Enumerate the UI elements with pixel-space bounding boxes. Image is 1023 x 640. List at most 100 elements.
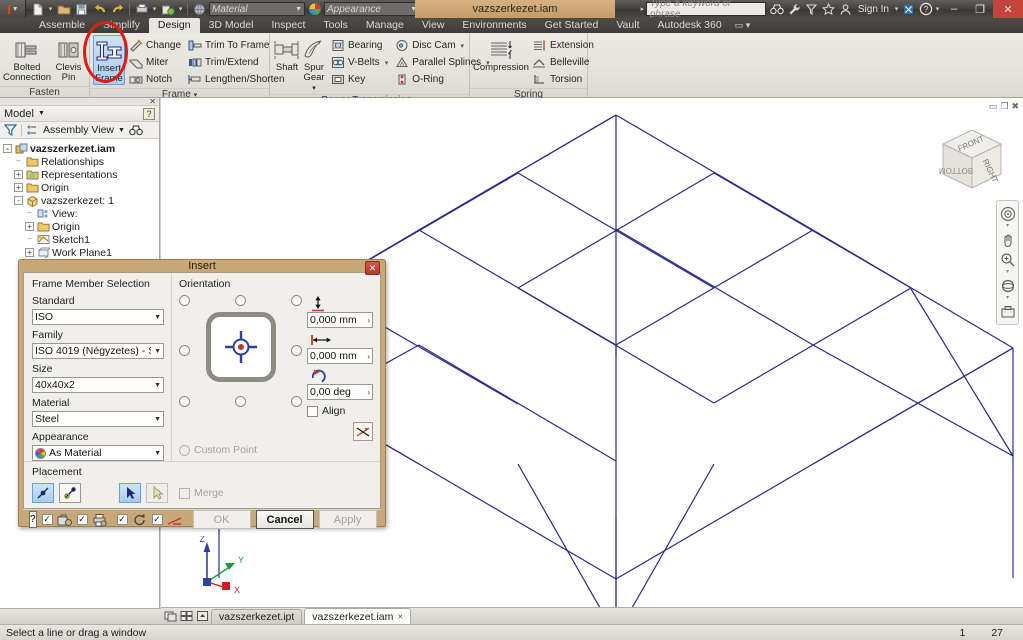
refresh-icon[interactable] <box>132 513 147 527</box>
ribbon-tab-inspect[interactable]: Inspect <box>263 18 315 33</box>
dialog-help-button[interactable]: ? <box>29 511 37 528</box>
tree-expander-icon[interactable]: - <box>14 196 23 205</box>
orientation-radio-2[interactable] <box>291 295 302 306</box>
new-chevron-icon[interactable]: ▾ <box>47 5 54 13</box>
ribbon-tab-tools[interactable]: Tools <box>314 18 357 33</box>
tree-node[interactable]: + Representations <box>3 168 159 181</box>
search-input[interactable]: Type a keyword or phrase <box>645 0 766 20</box>
orientation-radio-8[interactable] <box>291 396 302 407</box>
help-question-icon[interactable]: ? <box>917 1 934 17</box>
material-globe-icon[interactable] <box>191 1 208 17</box>
orientation-radio-7[interactable] <box>235 396 246 407</box>
compression-spring-button[interactable]: Compression <box>473 35 529 73</box>
maximize-restore-button[interactable]: ❐ <box>967 0 993 18</box>
disc-cam-chevron-icon[interactable]: ▾ <box>461 42 465 50</box>
feedback-icon[interactable] <box>803 1 820 17</box>
help-chevron-icon[interactable]: ▾ <box>934 5 941 13</box>
ribbon-tab-simplify[interactable]: Simplify <box>94 18 149 33</box>
print-checkbox[interactable]: ✓ <box>76 514 88 525</box>
tree-expander-icon[interactable]: + <box>25 248 34 257</box>
update-chevron-icon[interactable]: ▾ <box>177 5 184 13</box>
favorites-star-icon[interactable] <box>820 1 837 17</box>
assembly-view-chevron-icon[interactable]: ▼ <box>118 127 125 134</box>
horizontal-offset-input[interactable]: 0,000 mm › <box>307 348 373 364</box>
ribbon-tab-view[interactable]: View <box>413 18 454 33</box>
tree-expander-icon[interactable]: + <box>25 222 34 231</box>
material-select-dialog[interactable]: Steel ▼ <box>32 411 164 427</box>
filter-icon[interactable] <box>4 124 17 136</box>
material-select[interactable]: Material ▼ <box>209 2 305 16</box>
undo-icon[interactable] <box>91 1 108 17</box>
select-point-button[interactable] <box>146 483 168 503</box>
minimize-button[interactable]: – <box>941 0 967 18</box>
browser-help-icon[interactable]: ? <box>143 107 155 120</box>
search-expand-chevron-icon[interactable]: ▸ <box>639 5 646 13</box>
tree-node[interactable]: - vazszerkezet: 1 <box>3 194 159 207</box>
search-binoculars-icon[interactable] <box>769 1 786 17</box>
document-tab-ipt[interactable]: vazszerkezet.ipt <box>211 608 303 624</box>
insert-frame-button[interactable]: Insert Frame <box>93 35 125 85</box>
orientation-radio-1[interactable] <box>235 295 246 306</box>
tile-windows-icon[interactable] <box>179 609 193 623</box>
tab-scroll-up-icon[interactable] <box>195 609 209 623</box>
sign-in-chevron-icon[interactable]: ▾ <box>893 5 900 13</box>
print-icon[interactable] <box>133 1 150 17</box>
appearance-select[interactable]: Appearance ▼ <box>324 2 420 16</box>
print-icon[interactable] <box>92 513 107 527</box>
tree-node[interactable]: + Origin <box>3 220 159 233</box>
tree-node[interactable]: – Sketch1 <box>3 233 159 246</box>
orientation-radio-0[interactable] <box>179 295 190 306</box>
select-edge-button[interactable] <box>119 483 141 503</box>
mirror-flip-button[interactable] <box>353 422 373 441</box>
user-account-icon[interactable] <box>837 1 854 17</box>
ribbon-tab-autodesk-360[interactable]: Autodesk 360 <box>648 18 730 33</box>
horizontal-offset-expand-icon[interactable]: › <box>367 352 370 361</box>
assembly-view-label[interactable]: Assembly View <box>43 124 114 136</box>
reuse-checkbox[interactable]: ✓ <box>41 514 53 525</box>
app-logo[interactable]: I ▼ <box>0 0 26 18</box>
redo-icon[interactable] <box>109 1 126 17</box>
find-binoculars-icon[interactable] <box>129 124 143 136</box>
orientation-radio-6[interactable] <box>179 396 190 407</box>
tree-node[interactable]: - vazszerkezet.iam <box>3 142 159 155</box>
family-select[interactable]: ISO 4019 (Négyzetes) - Sze ▼ <box>32 343 164 359</box>
bearing-button[interactable]: Bearing <box>327 37 391 54</box>
ribbon-tab-manage[interactable]: Manage <box>357 18 413 33</box>
appearance-swatch-icon[interactable] <box>306 1 323 17</box>
apply-button[interactable]: Apply <box>318 510 377 529</box>
ribbon-tab-vault[interactable]: Vault <box>607 18 648 33</box>
spur-gear-chevron-icon[interactable]: ▾ <box>312 85 316 92</box>
family-chevron-icon[interactable]: ▼ <box>151 348 161 355</box>
tree-node[interactable]: – Relationships <box>3 155 159 168</box>
tree-expander-icon[interactable]: - <box>3 144 12 153</box>
browser-close-icon[interactable]: ✕ <box>149 97 156 106</box>
spur-gear-button[interactable]: Spur Gear ▾ <box>301 35 327 94</box>
close-window-button[interactable]: ✕ <box>993 0 1023 18</box>
update-icon[interactable] <box>159 1 176 17</box>
ribbon-tab-environments[interactable]: Environments <box>453 18 535 33</box>
print-chevron-icon[interactable]: ▾ <box>151 5 158 13</box>
miter-button[interactable]: Miter <box>125 54 184 71</box>
shaft-button[interactable]: Shaft <box>273 35 301 73</box>
dialog-close-button[interactable]: ✕ <box>365 261 380 275</box>
ribbon-overflow-icon[interactable]: ▭ ▾ <box>731 18 755 33</box>
appearance-chevron-icon-dialog[interactable]: ▼ <box>151 450 161 457</box>
help-wrench-icon[interactable] <box>786 1 803 17</box>
browser-header-chevron-icon[interactable]: ▼ <box>38 110 45 117</box>
material-chevron-icon[interactable]: ▼ <box>295 6 302 13</box>
document-tab-iam[interactable]: vazszerkezet.iam ✕ <box>304 608 412 624</box>
standard-select[interactable]: ISO ▼ <box>32 309 164 325</box>
ribbon-tab-assemble[interactable]: Assemble <box>30 18 94 33</box>
notch-button[interactable]: Notch <box>125 71 184 88</box>
tree-expander-icon[interactable]: + <box>14 183 23 192</box>
size-chevron-icon[interactable]: ▼ <box>151 382 161 389</box>
exchange-apps-icon[interactable] <box>900 1 917 17</box>
orientation-radio-5[interactable] <box>291 345 302 356</box>
line-checkbox[interactable]: ✓ <box>151 514 163 525</box>
bolted-connection-button[interactable]: Bolted Connection <box>3 35 51 83</box>
v-belts-chevron-icon[interactable]: ▾ <box>385 59 389 67</box>
ok-button[interactable]: OK <box>192 510 251 529</box>
standard-chevron-icon[interactable]: ▼ <box>151 314 161 321</box>
tree-node[interactable]: + Work Plane1 <box>3 246 159 259</box>
insert-between-points-button[interactable] <box>59 483 81 503</box>
